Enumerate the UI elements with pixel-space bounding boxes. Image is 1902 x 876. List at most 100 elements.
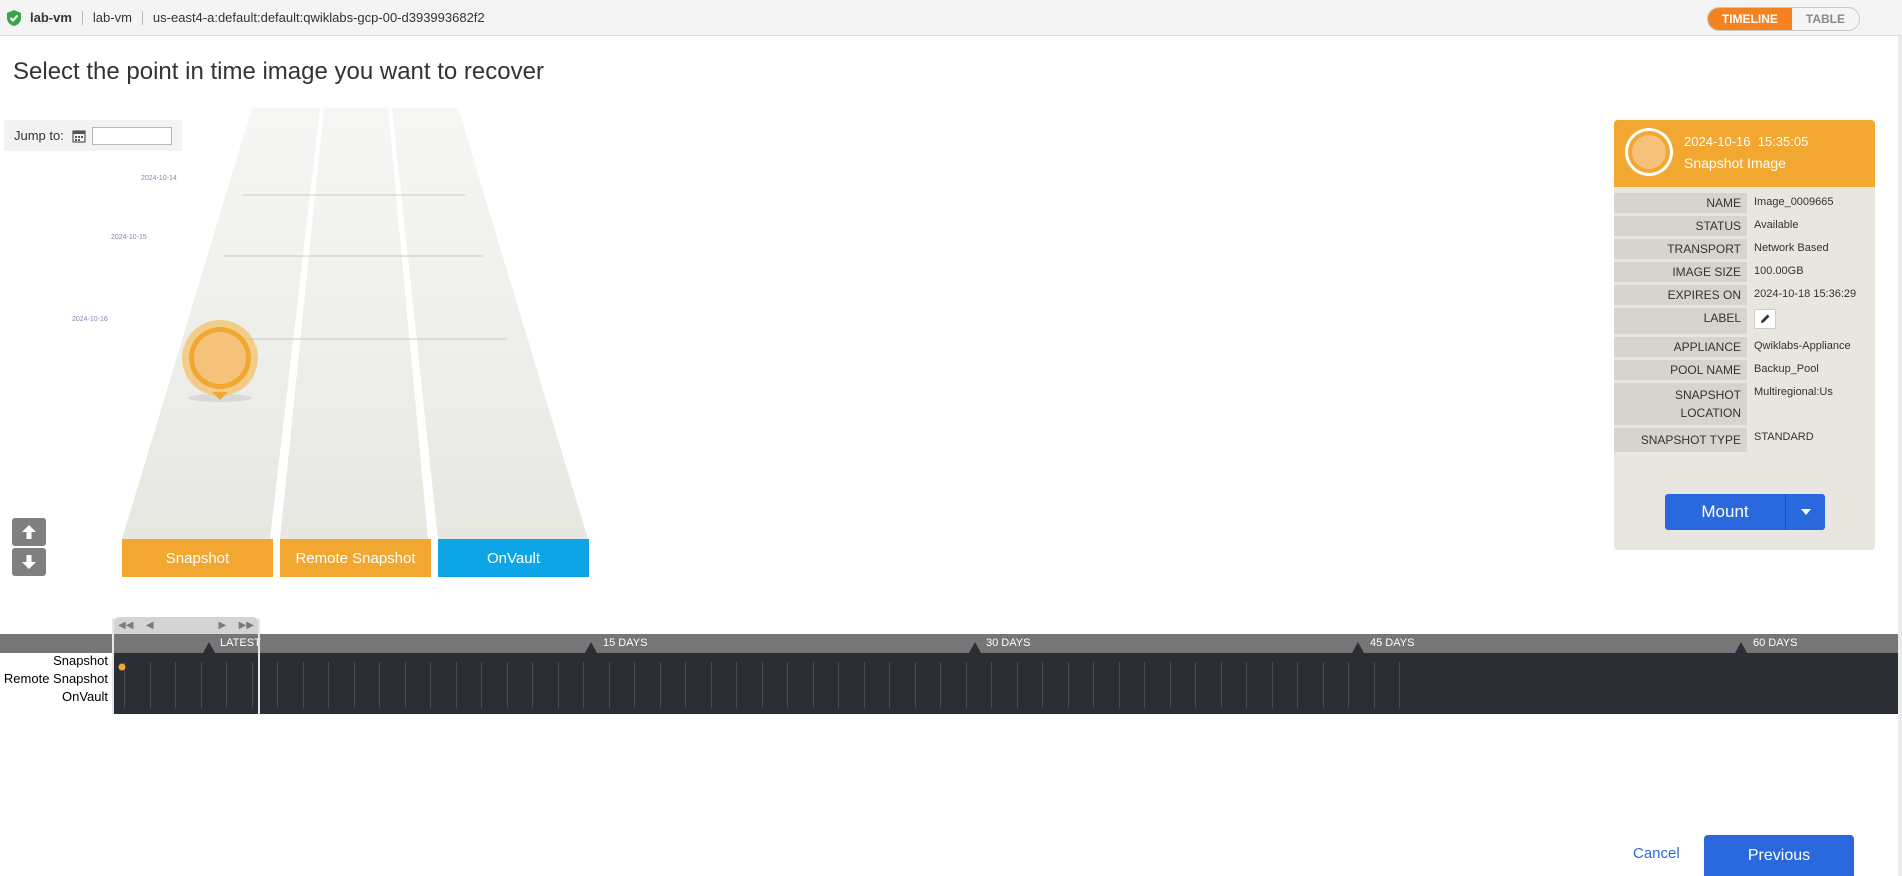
day-tick: [1093, 662, 1094, 708]
detail-value: Image_0009665: [1754, 196, 1834, 208]
day-tick: [1144, 662, 1145, 708]
caret-down-icon: [1800, 509, 1811, 515]
marker-45-days: 45 DAYS: [1370, 637, 1415, 649]
day-tick: [1118, 662, 1120, 708]
detail-value: 100.00GB: [1754, 265, 1804, 277]
image-type: Snapshot Image: [1684, 155, 1786, 171]
day-tick: [1399, 662, 1400, 708]
day-tick: [1016, 662, 1018, 708]
snapshot-ring-icon: [1625, 128, 1673, 176]
detail-value: 2024-10-18 15:36:29: [1754, 288, 1857, 300]
lane-labels: Snapshot Remote Snapshot OnVault: [0, 653, 112, 714]
track-date-label: 2024-10-15: [111, 234, 147, 241]
day-tick: [1246, 662, 1247, 708]
day-tick: [532, 662, 533, 708]
detail-value: Backup_Pool: [1754, 363, 1819, 375]
detail-value: Multiregional:Us: [1754, 386, 1833, 398]
day-tick: [812, 662, 814, 708]
scroll-up-button[interactable]: [12, 518, 46, 546]
track-date-label: 2024-10-16: [72, 316, 108, 323]
day-tick: [965, 662, 967, 708]
day-tick: [1169, 662, 1171, 708]
tab-snapshot[interactable]: Snapshot: [122, 539, 273, 577]
day-tick: [277, 662, 278, 708]
marker-60-days: 60 DAYS: [1753, 637, 1798, 649]
scrubber-viewport[interactable]: [112, 618, 260, 714]
detail-key: SNAPSHOT LOCATION: [1614, 383, 1747, 425]
day-tick: [506, 662, 508, 708]
detail-row: SNAPSHOT TYPE STANDARD: [1614, 428, 1875, 452]
detail-row: SNAPSHOT LOCATION Multiregional:Us: [1614, 383, 1875, 425]
scrubber-lanes[interactable]: [0, 653, 1898, 714]
day-tick: [940, 662, 941, 708]
detail-row: APPLIANCE Qwiklabs-Appliance: [1614, 337, 1875, 357]
detail-key: IMAGE SIZE: [1614, 262, 1747, 282]
day-tick: [404, 662, 406, 708]
image-detail-panel: 2024-10-16 15:35:05 Snapshot Image NAME …: [1614, 120, 1875, 550]
tab-onvault[interactable]: OnVault: [438, 539, 589, 577]
detail-key: APPLIANCE: [1614, 337, 1747, 357]
day-tick: [1322, 662, 1324, 708]
day-tick: [481, 662, 482, 708]
tab-remote-snapshot[interactable]: Remote Snapshot: [280, 539, 431, 577]
cancel-link[interactable]: Cancel: [1633, 845, 1680, 862]
day-tick: [991, 662, 992, 708]
day-tick: [1373, 662, 1375, 708]
detail-key: POOL NAME: [1614, 360, 1747, 380]
day-tick: [328, 662, 329, 708]
mount-options-button[interactable]: [1785, 494, 1825, 530]
day-tick: [838, 662, 839, 708]
scrubber-ruler[interactable]: LATEST 15 DAYS 30 DAYS 45 DAYS 60 DAYS: [0, 634, 1898, 653]
marker-triangle: [969, 642, 981, 653]
detail-key: STATUS: [1614, 216, 1747, 236]
day-tick: [736, 662, 737, 708]
day-tick: [863, 662, 865, 708]
detail-value: STANDARD: [1754, 431, 1814, 443]
detail-value: Available: [1754, 219, 1799, 231]
detail-key: TRANSPORT: [1614, 239, 1747, 259]
day-tick: [659, 662, 661, 708]
mount-split-button: Mount: [1665, 494, 1825, 530]
marker-triangle: [1352, 642, 1364, 653]
edit-label-button[interactable]: [1754, 309, 1776, 329]
day-tick: [787, 662, 788, 708]
day-tick: [1271, 662, 1273, 708]
day-tick: [761, 662, 763, 708]
track-date-label: 2024-10-14: [141, 175, 177, 182]
day-tick: [1067, 662, 1069, 708]
snapshot-dot[interactable]: [118, 663, 126, 671]
marker-triangle: [585, 642, 597, 653]
day-tick: [1195, 662, 1196, 708]
image-time: 15:35:05: [1757, 134, 1809, 149]
image-datetime: 2024-10-16 15:35:05: [1684, 134, 1808, 149]
day-tick: [583, 662, 584, 708]
detail-key: LABEL: [1614, 308, 1747, 334]
mount-button[interactable]: Mount: [1665, 494, 1785, 530]
detail-row: STATUS Available: [1614, 216, 1875, 236]
image-date: 2024-10-16: [1684, 134, 1751, 149]
detail-key: EXPIRES ON: [1614, 285, 1747, 305]
detail-key: SNAPSHOT TYPE: [1614, 428, 1747, 452]
day-tick: [685, 662, 686, 708]
scroll-down-button[interactable]: [12, 548, 46, 576]
detail-row: LABEL: [1614, 308, 1875, 334]
arrow-down-icon: [22, 555, 36, 569]
day-tick: [634, 662, 635, 708]
day-tick: [889, 662, 890, 708]
day-tick: [1220, 662, 1222, 708]
snapshot-location-pin-icon[interactable]: [182, 320, 260, 406]
detail-row: IMAGE SIZE 100.00GB: [1614, 262, 1875, 282]
lane-label-snapshot: Snapshot: [2, 653, 112, 668]
detail-row: NAME Image_0009665: [1614, 193, 1875, 213]
previous-button[interactable]: Previous: [1704, 835, 1854, 876]
day-tick: [1348, 662, 1349, 708]
marker-triangle: [1735, 642, 1747, 653]
day-tick: [1297, 662, 1298, 708]
detail-key: NAME: [1614, 193, 1747, 213]
detail-row: POOL NAME Backup_Pool: [1614, 360, 1875, 380]
day-tick: [1042, 662, 1043, 708]
day-tick: [914, 662, 916, 708]
pencil-icon: [1761, 314, 1770, 323]
day-tick: [557, 662, 559, 708]
day-tick: [430, 662, 431, 708]
